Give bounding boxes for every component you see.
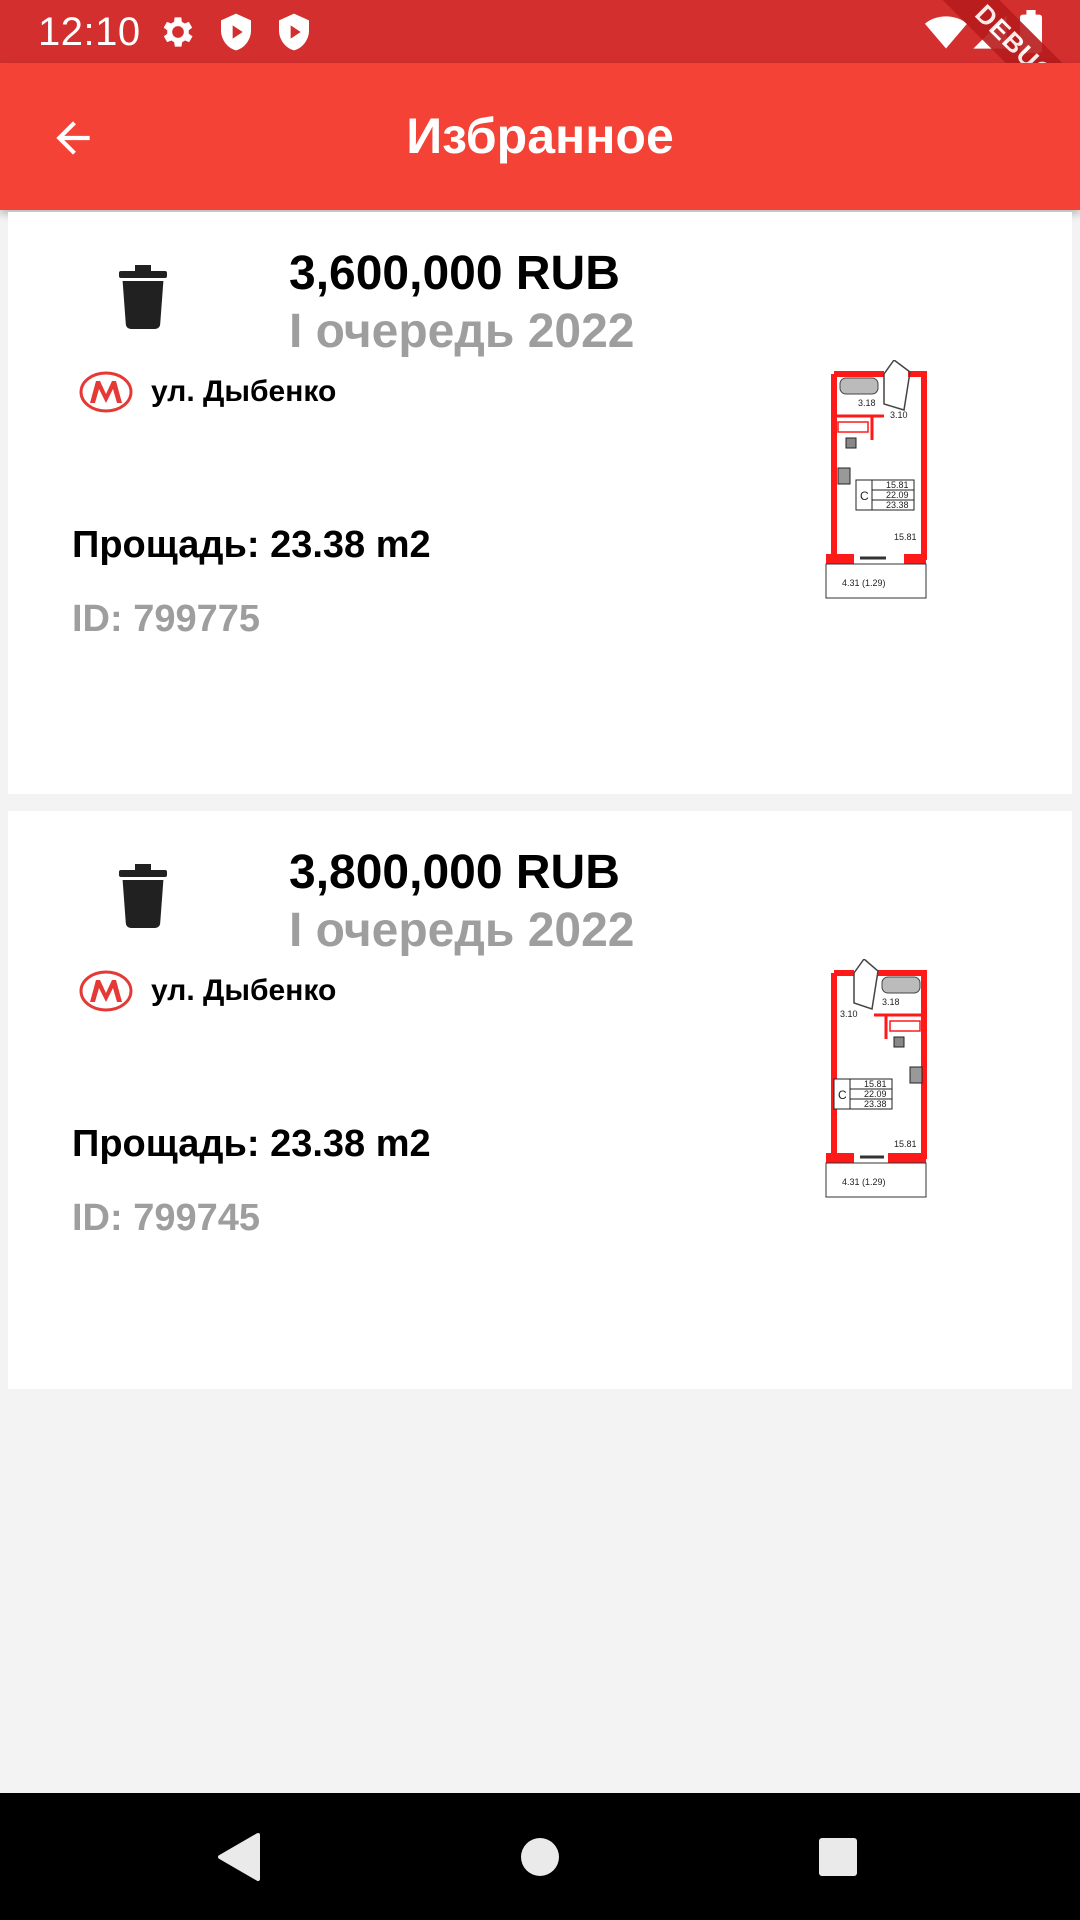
shield-icon <box>221 13 251 51</box>
plan-label: 4.31 (1.29) <box>842 1177 886 1187</box>
plan-label: 3.18 <box>882 997 900 1007</box>
queue-year: I очередь 2022 <box>289 305 635 358</box>
price: 3,800,000 RUB <box>289 846 620 899</box>
plan-label: 3.18 <box>858 398 876 408</box>
address: ул. Дыбенко <box>151 974 337 1007</box>
plan-label: 23.38 <box>886 500 909 510</box>
floor-plan-image[interactable]: 3.18 3.10 15.81 22.09 23.38 15.81 4.31 (… <box>824 360 936 600</box>
app-bar: Избранное <box>0 63 1080 210</box>
trash-icon <box>119 265 167 329</box>
floor-plan-image[interactable]: 3.18 3.10 15.81 22.09 23.38 15.81 4.31 (… <box>824 959 936 1199</box>
home-circle-icon <box>521 1838 559 1876</box>
favorites-screen: 12:10 DEBUG Избранное 3,600,000 RUB I оч… <box>0 0 1080 1920</box>
price: 3,600,000 RUB <box>289 247 620 300</box>
back-triangle-icon <box>218 1833 260 1881</box>
plan-label: С <box>838 1088 847 1102</box>
plan-label: 15.81 <box>886 480 909 490</box>
nav-home-button[interactable] <box>502 1819 578 1895</box>
plan-label: 15.81 <box>894 532 917 542</box>
nav-back-button[interactable] <box>200 1819 276 1895</box>
area: Прощадь: 23.38 m2 <box>72 1123 431 1165</box>
address: ул. Дыбенко <box>151 375 337 408</box>
metro-m-icon <box>79 371 133 413</box>
nav-recents-button[interactable] <box>800 1819 876 1895</box>
plan-label: 15.81 <box>894 1139 917 1149</box>
favorite-card[interactable]: 3,800,000 RUB I очередь 2022 ул. Дыбенко… <box>8 811 1072 1389</box>
status-bar: 12:10 DEBUG <box>0 0 1080 154</box>
plan-label: 22.09 <box>886 490 909 500</box>
area: Прощадь: 23.38 m2 <box>72 524 431 566</box>
plan-label: 3.10 <box>840 1009 858 1019</box>
status-time: 12:10 <box>38 10 141 54</box>
plan-label: 15.81 <box>864 1079 887 1089</box>
recents-square-icon <box>819 1838 857 1876</box>
favorite-card[interactable]: 3,600,000 RUB I очередь 2022 ул. Дыбенко… <box>8 212 1072 794</box>
system-nav-bar <box>0 1793 1080 1920</box>
settings-icon <box>163 17 193 47</box>
play-protect-icon <box>279 13 309 51</box>
page-title: Избранное <box>406 108 674 164</box>
listing-id: ID: 799745 <box>72 1197 261 1239</box>
delete-button[interactable] <box>108 257 178 337</box>
plan-label: 4.31 (1.29) <box>842 578 886 588</box>
plan-label: 22.09 <box>864 1089 887 1099</box>
queue-year: I очередь 2022 <box>289 904 635 957</box>
delete-button[interactable] <box>108 856 178 936</box>
plan-label: С <box>860 489 869 503</box>
metro-m-icon <box>79 970 133 1012</box>
plan-label: 3.10 <box>890 410 908 420</box>
listing-id: ID: 799775 <box>72 598 261 640</box>
trash-icon <box>119 864 167 928</box>
plan-label: 23.38 <box>864 1099 887 1109</box>
